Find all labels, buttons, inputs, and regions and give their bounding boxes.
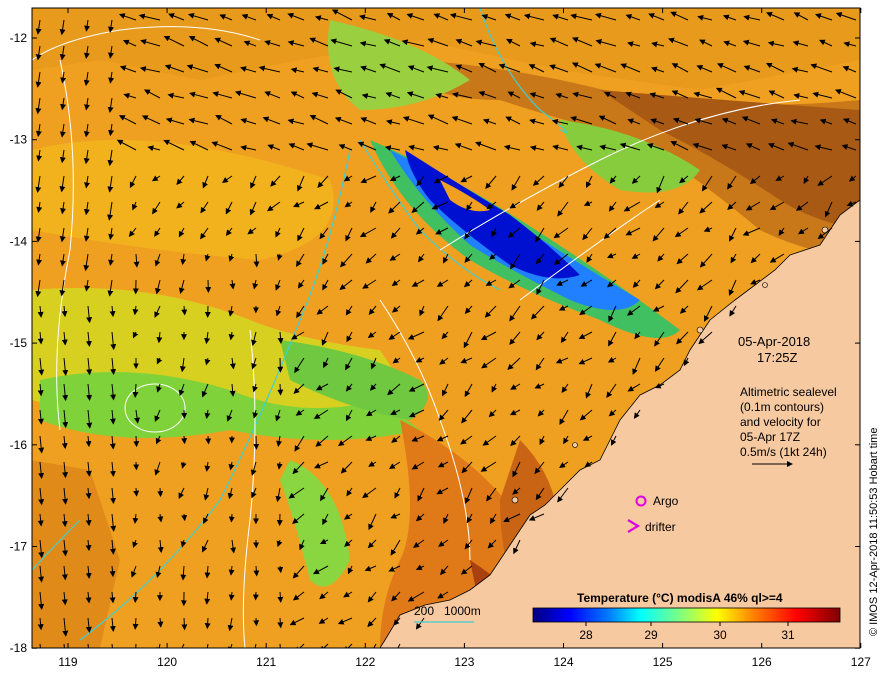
lat-tick-label: -18 xyxy=(10,641,28,655)
argo-label: Argo xyxy=(653,494,679,508)
lat-tick-label: -12 xyxy=(10,31,28,45)
lon-tick-label: 120 xyxy=(157,655,177,669)
lat-tick-label: -13 xyxy=(10,133,28,147)
altimetry-line-3: and velocity for xyxy=(740,415,821,429)
depth-200-label: 200 xyxy=(414,604,434,618)
velocity-arrow xyxy=(204,617,211,630)
velocity-arrow xyxy=(277,383,284,396)
velocity-arrow xyxy=(253,565,260,577)
lon-tick-label: 119 xyxy=(58,655,77,669)
velocity-arrow xyxy=(132,643,139,648)
lat-tick-label: -17 xyxy=(10,540,28,554)
depth-1000-label: 1000m xyxy=(444,604,481,618)
velocity-arrow xyxy=(277,617,284,629)
altimetry-line-2: (0.1m contours) xyxy=(740,400,824,414)
velocity-arrow xyxy=(228,513,235,523)
colorbar-tick-label: 29 xyxy=(644,628,658,642)
velocity-arrow xyxy=(205,435,212,445)
velocity-arrow xyxy=(279,643,281,648)
imos-credit: © IMOS 12-Apr-2018 11:50:53 Hobart time xyxy=(868,428,880,636)
colorbar-tick-label: 31 xyxy=(781,628,795,642)
colorbar-gradient xyxy=(532,607,841,623)
lat-tick-label: -14 xyxy=(10,234,28,248)
colorbar-tick-label: 28 xyxy=(579,628,593,642)
velocity-arrow xyxy=(133,487,140,497)
map-date: 05-Apr-2018 xyxy=(738,334,810,349)
sst-map: Argo drifter 05-Apr-2018 17:25Z Altimetr… xyxy=(10,7,880,669)
colorbar-tick-label: 30 xyxy=(713,628,727,642)
lon-tick-label: 125 xyxy=(653,655,673,669)
velocity-arrow xyxy=(157,487,164,498)
colorbar-title: Temperature (°C) modisA 46% ql>=4 xyxy=(577,591,783,605)
lat-tick-label: -16 xyxy=(10,438,28,452)
lon-tick-label: 127 xyxy=(851,655,871,669)
velocity-arrow xyxy=(133,435,140,448)
drifter-label: drifter xyxy=(645,520,676,534)
altimetry-line-5: 0.5m/s (1kt 24h) xyxy=(740,445,827,459)
lat-tick-label: -15 xyxy=(10,336,28,350)
lon-tick-label: 126 xyxy=(752,655,772,669)
lon-tick-label: 124 xyxy=(553,655,573,669)
map-time: 17:25Z xyxy=(757,350,798,365)
altimetry-line-1: Altimetric sealevel xyxy=(740,385,837,399)
lon-tick-label: 121 xyxy=(256,655,276,669)
velocity-arrow xyxy=(181,435,188,445)
lon-tick-label: 123 xyxy=(454,655,474,669)
lon-tick-label: 122 xyxy=(355,655,375,669)
altimetry-line-4: 05-Apr 17Z xyxy=(740,430,800,444)
velocity-arrow xyxy=(181,617,188,631)
